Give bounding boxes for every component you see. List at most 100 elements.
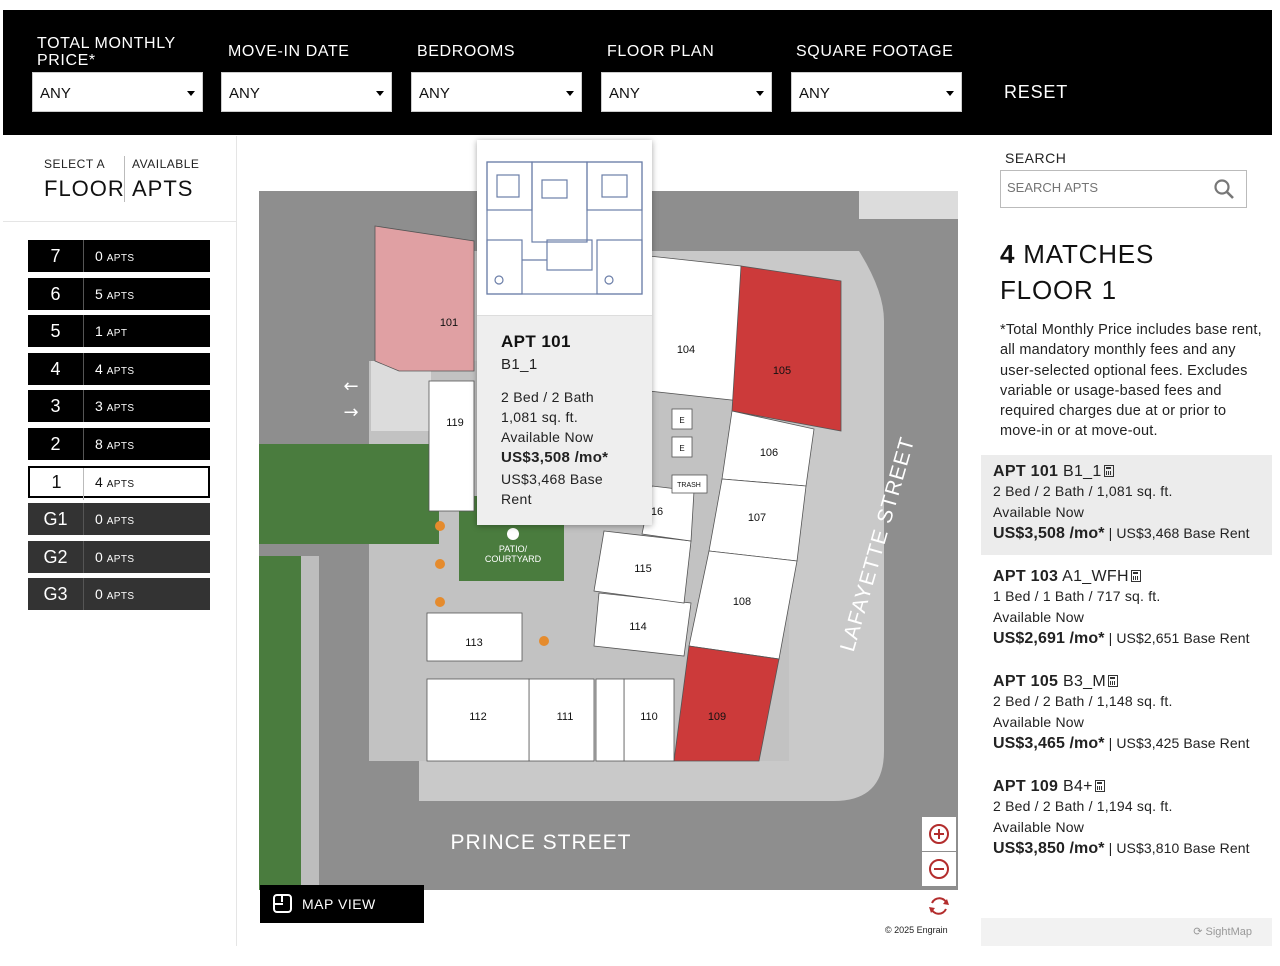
bedrooms-select[interactable]: ANY <box>411 72 582 112</box>
matches-word: MATCHES <box>1023 239 1155 269</box>
patio-label-2: COURTYARD <box>485 554 542 564</box>
calculator-icon[interactable] <box>1130 570 1141 582</box>
unit-105[interactable] <box>731 265 842 432</box>
floor-apt-count: 4 APTS <box>95 473 135 490</box>
search-icon[interactable] <box>1214 179 1234 199</box>
reset-view-button[interactable] <box>922 889 956 923</box>
floor-number: 2 <box>28 428 84 460</box>
unit-label-116: 16 <box>651 506 663 518</box>
popup-beds: 2 Bed / 2 Bath <box>501 389 594 405</box>
floor-button-2[interactable]: 2 8 APTS <box>28 428 210 460</box>
floor-button-6[interactable]: 6 5 APTS <box>28 277 210 310</box>
unit-label-104: 104 <box>677 344 695 356</box>
sidewalk-ne <box>859 191 958 219</box>
move-in-select[interactable]: ANY <box>221 72 392 112</box>
floor-heading: FLOOR <box>44 176 125 201</box>
refresh-icon <box>929 897 949 915</box>
header-divider <box>124 156 125 202</box>
unit-label-106: 106 <box>760 447 778 459</box>
floor-button-7[interactable]: 7 0 APTS <box>28 240 210 272</box>
search-input[interactable] <box>1007 180 1207 195</box>
floor-number: 5 <box>28 315 84 348</box>
unit-119[interactable] <box>428 380 475 512</box>
calculator-icon[interactable] <box>1094 780 1105 792</box>
unit-label-108: 108 <box>733 596 751 608</box>
price-disclaimer: *Total Monthly Price includes base rent,… <box>1000 322 1262 440</box>
result-item[interactable]: APT 101 B1_1 2 Bed / 2 Bath / 1,081 sq. f… <box>981 455 1272 555</box>
result-title: APT 101 B1_1 <box>993 463 1272 481</box>
popup-plan-name: B1_1 <box>501 356 538 373</box>
floor-button-g2[interactable]: G2 0 APTS <box>28 540 210 573</box>
floor-number: 6 <box>28 277 84 310</box>
map-view-icon <box>273 894 292 913</box>
stairs <box>595 678 625 762</box>
unit-104[interactable] <box>648 255 742 402</box>
search-label: SEARCH <box>1005 150 1067 166</box>
result-item[interactable]: APT 103 A1_WFH 1 Bed / 1 Bath / 717 sq. f… <box>981 560 1272 660</box>
result-availability: Available Now <box>993 818 1085 835</box>
unit-label-110: 110 <box>640 711 658 723</box>
filter-label-floor-plan: FLOOR PLAN <box>607 43 715 60</box>
zoom-out-button[interactable] <box>922 852 956 886</box>
unit-label-105: 105 <box>773 365 791 377</box>
floor-apt-count: 0 APTS <box>95 548 135 565</box>
street-label-prince: PRINCE STREET <box>450 831 631 854</box>
unit-label-111: 111 <box>557 711 574 723</box>
result-availability: Available Now <box>993 503 1085 520</box>
result-price: US$2,691 /mo* | US$2,651 Base Rent <box>993 630 1250 647</box>
search-box[interactable] <box>1000 170 1247 208</box>
patio-label-1: PATIO/ <box>499 544 528 554</box>
floor-button-g1[interactable]: G1 0 APTS <box>28 503 210 536</box>
camera-icon[interactable] <box>507 528 519 540</box>
unit-popup[interactable]: APT 101 B1_1 2 Bed / 2 Bath 1,081 sq. ft… <box>477 140 652 525</box>
apts-heading: APTS <box>132 176 194 201</box>
zoom-in-button[interactable] <box>922 817 956 851</box>
calculator-icon[interactable] <box>1108 675 1118 687</box>
chevron-down-icon <box>187 91 195 96</box>
floor-number: G3 <box>28 578 84 611</box>
floor-button-5[interactable]: 5 1 APT <box>28 315 210 348</box>
square-footage-select[interactable]: ANY <box>791 72 962 112</box>
floor-apt-count: 0 APTS <box>95 248 135 264</box>
floor-apt-count: 4 APTS <box>95 360 135 377</box>
floor-plan-select[interactable]: ANY <box>601 72 772 112</box>
floor-button-3[interactable]: 3 3 APTS <box>28 390 210 423</box>
result-item[interactable]: APT 109 B4+ 2 Bed / 2 Bath / 1,194 sq. ft… <box>981 770 1272 870</box>
arrow-left-icon: ← <box>343 376 358 397</box>
sightmap-brand: ⟳ SightMap <box>1193 926 1252 938</box>
map-view-button[interactable]: MAP VIEW <box>260 885 424 923</box>
plaza-west <box>371 361 431 431</box>
available-label: AVAILABLE <box>132 157 200 171</box>
select-a-label: SELECT A <box>44 157 106 171</box>
map-view-label: MAP VIEW <box>302 896 376 912</box>
result-title: APT 103 A1_WFH <box>993 568 1272 586</box>
popup-sqft: 1,081 sq. ft. <box>501 409 579 425</box>
unit-101[interactable] <box>374 225 475 372</box>
copyright: © 2025 Engrain <box>885 925 948 935</box>
filter-label-square-footage: SQUARE FOOTAGE <box>796 43 954 60</box>
floorplan-drawing <box>486 161 643 295</box>
floor-apt-count: 0 APTS <box>95 586 135 603</box>
floor-number: G2 <box>28 540 84 573</box>
floor-button-g3[interactable]: G3 0 APTS <box>28 578 210 611</box>
popup-apt-number: APT 101 <box>501 332 571 351</box>
chevron-down-icon <box>946 91 954 96</box>
calculator-icon[interactable] <box>1103 465 1114 477</box>
floor-apt-count: 5 APTS <box>95 285 135 302</box>
current-floor-label: FLOOR 1 <box>1000 275 1117 305</box>
unit-label-114: 114 <box>629 621 647 633</box>
price-select[interactable]: ANY <box>32 72 203 112</box>
result-item[interactable]: APT 105 B3_M 2 Bed / 2 Bath / 1,148 sq. f… <box>981 665 1272 765</box>
floor-number: 1 <box>30 467 84 500</box>
unit-label-109: 109 <box>708 711 726 723</box>
reset-button[interactable]: RESET <box>1004 82 1068 103</box>
chevron-down-icon <box>376 91 384 96</box>
result-availability: Available Now <box>993 713 1085 730</box>
floorplan-thumbnail[interactable] <box>477 140 652 316</box>
unit-label-101: 101 <box>440 317 458 329</box>
matches-count: 4 <box>1000 239 1016 269</box>
floor-button-1[interactable]: 1 4 APTS <box>28 465 210 500</box>
floor-selector-panel: SELECT A FLOOR AVAILABLE APTS 7 0 APTS 6 5 … <box>3 136 237 946</box>
floor-button-4[interactable]: 4 4 APTS <box>28 352 210 385</box>
result-price: US$3,465 /mo* | US$3,425 Base Rent <box>993 735 1250 752</box>
